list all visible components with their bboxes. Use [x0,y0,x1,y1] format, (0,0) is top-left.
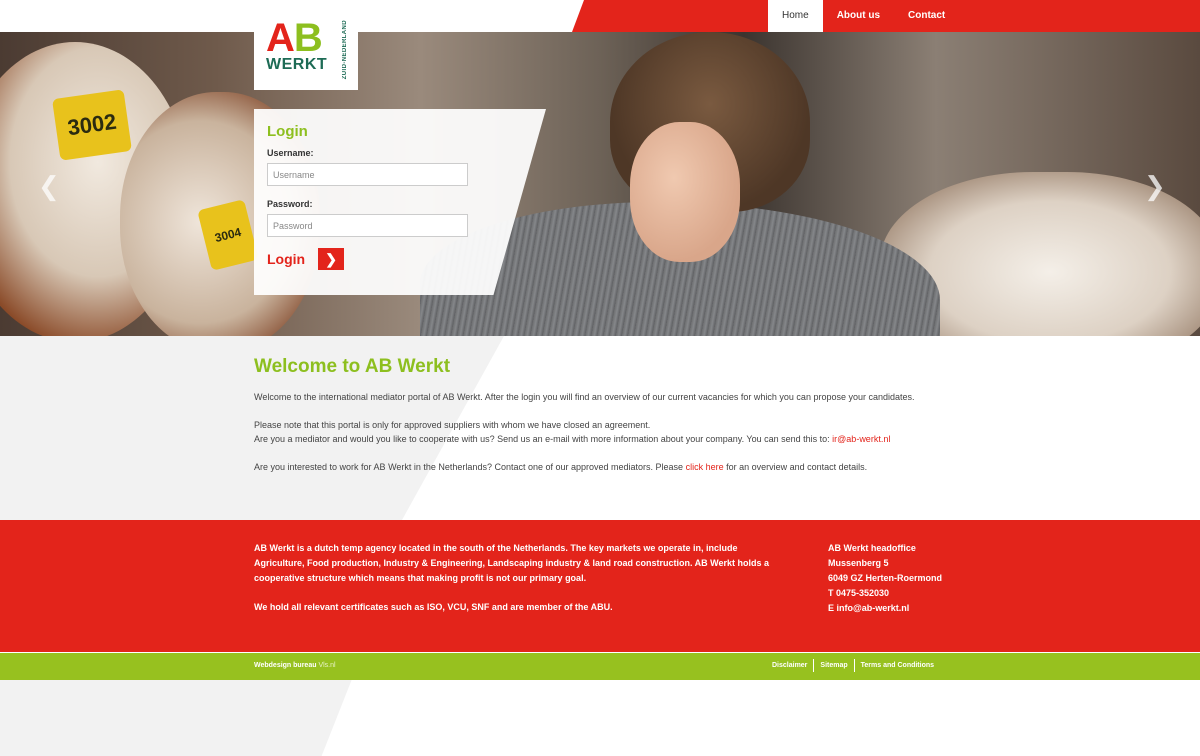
chevron-right-icon[interactable]: ❯ [318,248,345,270]
username-input[interactable] [267,163,468,186]
nav-contact[interactable]: Contact [894,0,959,32]
ir-email-link[interactable]: ir@ab-werkt.nl [832,434,890,444]
password-label: Password: [267,199,313,209]
office-email-link[interactable]: info@ab-werkt.nl [837,603,910,613]
footer-about: AB Werkt is a dutch temp agency located … [254,541,774,629]
footer-links: Disclaimer Sitemap Terms and Conditions [766,659,940,672]
page-title: Welcome to AB Werkt [254,356,451,377]
webdesign-credit: Webdesign bureau Vls.nl [254,662,336,669]
welcome-content: Welcome to AB Werkt Welcome to the inter… [254,356,934,488]
disclaimer-link[interactable]: Disclaimer [766,659,813,672]
login-title: Login [267,123,308,140]
office-title: AB Werkt headoffice [828,543,916,553]
nav-home[interactable]: Home [768,0,823,32]
notice-paragraph: Please note that this portal is only for… [254,418,934,446]
sitemap-link[interactable]: Sitemap [813,659,853,672]
logo-region: ZUID-NEDERLAND [342,20,348,80]
password-input[interactable] [267,214,468,237]
logo-werkt: WERKT [266,56,328,73]
footer-about-text: AB Werkt is a dutch temp agency located … [254,543,770,583]
credit-link[interactable]: Vls.nl [318,662,335,669]
chevron-left-icon[interactable]: ❮ [38,172,60,202]
page-bottom-white [321,680,1200,756]
office-city: 6049 GZ Herten-Roermond [828,573,943,583]
footer-address: AB Werkt headoffice Mussenberg 5 6049 GZ… [828,541,942,616]
bottom-bar: Webdesign bureau Vls.nl Disclaimer Sitem… [0,652,1200,680]
office-phone: T 0475-352030 [828,588,890,598]
ear-tag: 3002 [52,89,132,161]
page-bottom-background [0,680,1200,756]
interest-paragraph: Are you interested to work for AB Werkt … [254,460,934,474]
interest-text-end: for an overview and contact details. [723,462,868,472]
welcome-section: Welcome to AB Werkt Welcome to the inter… [0,336,1200,520]
email-prefix: E [828,603,837,613]
ab-werkt-logo[interactable]: AB WERKT ZUID-NEDERLAND [254,16,358,90]
login-submit-label[interactable]: Login [267,251,305,267]
footer: AB Werkt is a dutch temp agency located … [0,520,1200,652]
click-here-link[interactable]: click here [686,462,724,472]
welcome-paragraph: Welcome to the international mediator po… [254,392,915,402]
terms-link[interactable]: Terms and Conditions [853,659,940,672]
nav-about-us[interactable]: About us [823,0,894,32]
main-nav: Home About us Contact [768,0,959,32]
top-bar [0,0,1200,32]
username-label: Username: [267,148,314,158]
interest-text: Are you interested to work for AB Werkt … [254,462,686,472]
hero-person-face [630,122,740,262]
notice-text: Please note that this portal is only for… [254,420,651,430]
chevron-right-icon[interactable]: ❯ [1144,172,1166,202]
office-street: Mussenberg 5 [828,558,889,568]
footer-certs-text: We hold all relevant certificates such a… [254,602,613,612]
mediator-text: Are you a mediator and would you like to… [254,434,833,444]
office-email: E info@ab-werkt.nl [828,601,942,616]
logo-ab: AB [266,16,323,60]
credit-text: Webdesign bureau [254,662,319,669]
hero-banner: 3002 3004 ❮ ❯ [0,32,1200,336]
